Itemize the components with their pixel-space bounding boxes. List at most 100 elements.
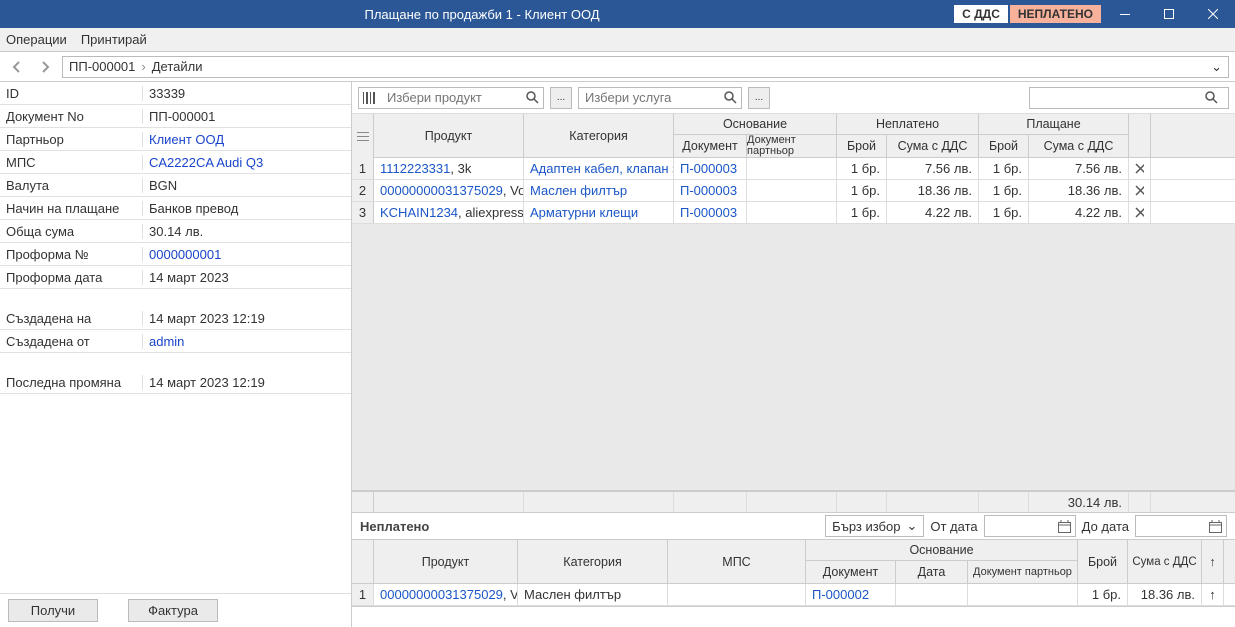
col-docp[interactable]: Документ партньор bbox=[747, 135, 837, 157]
breadcrumb[interactable]: ПП-000001 › Детайли ⌄ bbox=[62, 56, 1229, 78]
doc-link[interactable]: П-000003 bbox=[680, 161, 737, 176]
cell-docp bbox=[968, 584, 1078, 605]
product-link[interactable]: 00000000031375029 bbox=[380, 183, 503, 198]
prop-paytype-value: Банков превод bbox=[142, 201, 351, 216]
chevron-down-icon: ⌄ bbox=[906, 518, 917, 534]
breadcrumb-doc: ПП-000001 bbox=[69, 59, 135, 74]
from-date-label: От дата bbox=[930, 519, 977, 534]
prop-proforma-date-value: 14 март 2023 bbox=[142, 270, 351, 285]
delete-row-button[interactable] bbox=[1129, 158, 1151, 179]
prop-mps-link[interactable]: CA2222CA Audi Q3 bbox=[149, 155, 263, 170]
search-icon[interactable] bbox=[1200, 91, 1222, 104]
category-link[interactable]: Маслен филтър bbox=[530, 183, 627, 198]
cell-category: Арматурни клещи bbox=[524, 202, 674, 223]
doc-link[interactable]: П-000003 bbox=[680, 205, 737, 220]
product-link[interactable]: 1112223331 bbox=[380, 161, 450, 176]
global-search[interactable] bbox=[1029, 87, 1229, 109]
close-button[interactable] bbox=[1191, 0, 1235, 28]
col2-category[interactable]: Категория bbox=[518, 540, 668, 584]
col2-mps[interactable]: МПС bbox=[668, 540, 806, 584]
row-selector-header[interactable] bbox=[352, 114, 374, 158]
col2-qty[interactable]: Брой bbox=[1078, 540, 1128, 584]
prop-createdby-link[interactable]: admin bbox=[149, 334, 184, 349]
search-icon[interactable] bbox=[719, 91, 741, 104]
doc-link[interactable]: П-000002 bbox=[812, 587, 869, 602]
cell-qty: 1 бр. bbox=[837, 202, 887, 223]
col2-docp[interactable]: Документ партньор bbox=[968, 561, 1078, 583]
service-browse-button[interactable]: ... bbox=[748, 87, 770, 109]
menu-operations[interactable]: Операции bbox=[6, 32, 67, 47]
cell-category: Маслен филтър bbox=[518, 584, 668, 605]
table-row[interactable]: 100000000031375029, Vol...Маслен филтърП… bbox=[352, 584, 1235, 606]
close-icon bbox=[1135, 163, 1144, 174]
prop-modified-value: 14 март 2023 12:19 bbox=[142, 375, 351, 390]
col-category[interactable]: Категория bbox=[524, 114, 674, 158]
prop-docno-value: ПП-000001 bbox=[142, 109, 351, 124]
col-sum2[interactable]: Сума с ДДС bbox=[1029, 135, 1129, 157]
global-search-input[interactable] bbox=[1030, 90, 1200, 105]
category-link[interactable]: Адаптен кабел, клапан з... bbox=[530, 161, 674, 176]
cell-qty2: 1 бр. bbox=[979, 158, 1029, 179]
to-date-input[interactable] bbox=[1135, 515, 1227, 537]
col-product[interactable]: Продукт bbox=[374, 114, 524, 158]
breadcrumb-details: Детайли bbox=[152, 59, 203, 74]
delete-row-button[interactable] bbox=[1129, 202, 1151, 223]
cell-product: 00000000031375029, Vol... bbox=[374, 584, 518, 605]
cell-qty: 1 бр. bbox=[837, 180, 887, 201]
cell-docp bbox=[747, 158, 837, 179]
product-link[interactable]: 00000000031375029 bbox=[380, 587, 503, 602]
category-link[interactable]: Арматурни клещи bbox=[530, 205, 638, 220]
table-row[interactable]: 200000000031375029, Vol...Маслен филтърП… bbox=[352, 180, 1235, 202]
receive-button[interactable]: Получи bbox=[8, 599, 98, 622]
delete-row-button[interactable] bbox=[1129, 180, 1151, 201]
chevron-down-icon[interactable]: ⌄ bbox=[1211, 59, 1222, 75]
breadcrumb-bar: ПП-000001 › Детайли ⌄ bbox=[0, 52, 1235, 82]
doc-link[interactable]: П-000003 bbox=[680, 183, 737, 198]
cell-doc: П-000003 bbox=[674, 158, 747, 179]
cell-product: 1112223331, 3k bbox=[374, 158, 524, 179]
product-link[interactable]: KCHAIN1234 bbox=[380, 205, 458, 220]
table-row[interactable]: 3KCHAIN1234, aliexpressАрматурни клещиП-… bbox=[352, 202, 1235, 224]
product-search[interactable] bbox=[358, 87, 544, 109]
service-search[interactable] bbox=[578, 87, 742, 109]
col-doc[interactable]: Документ bbox=[674, 135, 747, 157]
col-sum[interactable]: Сума с ДДС bbox=[887, 135, 979, 157]
prop-id-value: 33339 bbox=[142, 86, 351, 101]
col-qty[interactable]: Брой bbox=[837, 135, 887, 157]
maximize-button[interactable] bbox=[1147, 0, 1191, 28]
title-bar: Плащане по продажби 1 - Клиент ООД С ДДС… bbox=[0, 0, 1235, 28]
service-search-input[interactable] bbox=[579, 90, 719, 105]
search-bar: ... ... bbox=[352, 82, 1235, 114]
col2-sum[interactable]: Сума с ДДС bbox=[1128, 540, 1202, 584]
barcode-icon bbox=[359, 92, 381, 104]
prop-proforma-link[interactable]: 0000000001 bbox=[149, 247, 221, 262]
nav-forward-button[interactable] bbox=[34, 56, 56, 78]
prop-id-label: ID bbox=[0, 86, 142, 101]
col2-product[interactable]: Продукт bbox=[374, 540, 518, 584]
col2-doc[interactable]: Документ bbox=[806, 561, 896, 583]
cell-mps bbox=[668, 584, 806, 605]
cell-qty: 1 бр. bbox=[837, 158, 887, 179]
move-up-button[interactable]: ↑ bbox=[1202, 584, 1224, 605]
col-qty2[interactable]: Брой bbox=[979, 135, 1029, 157]
cell-category: Адаптен кабел, клапан з... bbox=[524, 158, 674, 179]
search-icon[interactable] bbox=[521, 91, 543, 104]
nav-back-button[interactable] bbox=[6, 56, 28, 78]
col2-date[interactable]: Дата bbox=[896, 561, 968, 583]
table-row[interactable]: 11112223331, 3kАдаптен кабел, клапан з..… bbox=[352, 158, 1235, 180]
invoice-button[interactable]: Фактура bbox=[128, 599, 218, 622]
product-search-input[interactable] bbox=[381, 90, 521, 105]
prop-currency-value: BGN bbox=[142, 178, 351, 193]
cell-qty2: 1 бр. bbox=[979, 180, 1029, 201]
quick-select-dropdown[interactable]: Бърз избор ⌄ bbox=[825, 515, 924, 537]
unpaid-title: Неплатено bbox=[360, 519, 429, 534]
calendar-icon bbox=[1209, 520, 1222, 533]
cell-qty: 1 бр. bbox=[1078, 584, 1128, 605]
menu-print[interactable]: Принтирай bbox=[81, 32, 147, 47]
from-date-input[interactable] bbox=[984, 515, 1076, 537]
prop-partner-link[interactable]: Клиент ООД bbox=[149, 132, 224, 147]
col2-move[interactable]: ↑ bbox=[1202, 540, 1224, 584]
row-selector-header[interactable] bbox=[352, 540, 374, 584]
product-browse-button[interactable]: ... bbox=[550, 87, 572, 109]
minimize-button[interactable] bbox=[1103, 0, 1147, 28]
